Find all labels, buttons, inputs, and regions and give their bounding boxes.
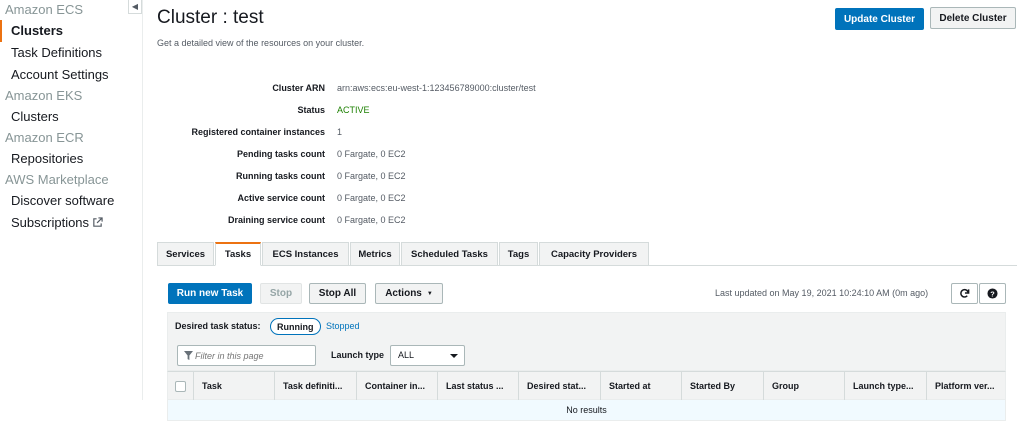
refresh-icon (960, 288, 970, 298)
detail-draining-services: Draining service count 0 Fargate, 0 EC2 (157, 213, 757, 227)
actions-label: Actions (385, 288, 422, 299)
tab-bar: Services Tasks ECS Instances Metrics Sch… (157, 242, 1017, 266)
status-value: ACTIVE (337, 105, 370, 115)
detail-value: 1 (337, 127, 343, 137)
column-header-launch-type[interactable]: Launch type... (844, 372, 925, 400)
sidebar-item-ecs-clusters[interactable]: Clusters (0, 20, 142, 42)
page-title: Cluster : test (157, 7, 264, 28)
tab-scheduled-tasks[interactable]: Scheduled Tasks (401, 242, 498, 266)
delete-cluster-button[interactable]: Delete Cluster (930, 7, 1016, 29)
status-stopped-link[interactable]: Stopped (326, 321, 360, 331)
detail-status: Status ACTIVE (157, 103, 757, 117)
detail-value: 0 Fargate, 0 EC2 (337, 193, 406, 203)
detail-registered-instances: Registered container instances 1 (157, 125, 757, 139)
column-header-group[interactable]: Group (763, 372, 843, 400)
filter-input-wrapper (177, 345, 316, 366)
detail-active-services: Active service count 0 Fargate, 0 EC2 (157, 191, 757, 205)
sidebar-section-marketplace: AWS Marketplace (5, 172, 109, 187)
no-results-message: No results (167, 400, 1006, 421)
tab-ecs-instances[interactable]: ECS Instances (262, 242, 349, 266)
caret-down-icon (450, 354, 458, 358)
tasks-table-header: Task Task definiti... Container in... La… (167, 371, 1006, 400)
detail-label: Active service count (237, 193, 325, 203)
filter-bar: Launch type ALL (167, 341, 1006, 371)
page-description: Get a detailed view of the resources on … (157, 38, 365, 48)
last-updated-text: Last updated on May 19, 2021 10:24:10 AM… (715, 288, 929, 298)
launch-type-select[interactable]: ALL (390, 345, 465, 366)
detail-label: Status (297, 105, 325, 115)
desired-status-label: Desired task status: (175, 321, 261, 331)
column-header-container-instance[interactable]: Container in... (356, 372, 436, 400)
tab-capacity-providers[interactable]: Capacity Providers (539, 242, 649, 266)
detail-label: Cluster ARN (272, 83, 325, 93)
sidebar-section-ecs: Amazon ECS (5, 2, 84, 17)
launch-type-value: ALL (398, 350, 415, 360)
actions-dropdown-button[interactable]: Actions ▼ (375, 283, 443, 304)
detail-value: 0 Fargate, 0 EC2 (337, 149, 406, 159)
help-icon: ? (987, 288, 998, 299)
detail-label: Registered container instances (191, 127, 325, 137)
sidebar-item-repositories[interactable]: Repositories (0, 148, 142, 170)
sidebar-item-task-definitions[interactable]: Task Definitions (0, 42, 142, 64)
update-cluster-button[interactable]: Update Cluster (835, 8, 924, 30)
column-header-started-at[interactable]: Started at (600, 372, 680, 400)
column-header-task-definition[interactable]: Task definiti... (274, 372, 355, 400)
tab-metrics[interactable]: Metrics (350, 242, 400, 266)
sidebar-item-eks-clusters[interactable]: Clusters (0, 106, 142, 128)
filter-input[interactable] (195, 346, 313, 365)
sidebar-item-subscriptions-label: Subscriptions (11, 215, 90, 230)
column-header-platform-version[interactable]: Platform ver... (926, 372, 1006, 400)
launch-type-label: Launch type (331, 350, 385, 360)
detail-value: 0 Fargate, 0 EC2 (337, 171, 406, 181)
help-button[interactable]: ? (979, 283, 1006, 304)
task-status-filter-bar: Desired task status: Running Stopped (167, 312, 1006, 341)
svg-text:?: ? (990, 289, 995, 298)
detail-value: arn:aws:ecs:eu-west-1:123456789000:clust… (337, 83, 536, 93)
sidebar-item-subscriptions[interactable]: Subscriptions (0, 212, 142, 234)
sidebar: Amazon ECS Clusters Task Definitions Acc… (0, 0, 143, 400)
detail-label: Running tasks count (235, 171, 325, 181)
status-running-pill[interactable]: Running (270, 318, 321, 335)
column-header-desired-status[interactable]: Desired stat... (518, 372, 599, 400)
select-all-checkbox[interactable] (175, 381, 186, 392)
external-link-icon (93, 217, 103, 227)
tab-tags[interactable]: Tags (499, 242, 538, 266)
filter-icon (184, 351, 193, 360)
sidebar-item-account-settings[interactable]: Account Settings (0, 64, 142, 86)
sidebar-collapse-icon[interactable]: ◀ (128, 0, 142, 14)
detail-pending-tasks: Pending tasks count 0 Fargate, 0 EC2 (157, 147, 757, 161)
detail-cluster-arn: Cluster ARN arn:aws:ecs:eu-west-1:123456… (157, 81, 757, 95)
sidebar-section-ecr: Amazon ECR (5, 130, 84, 145)
caret-down-icon: ▼ (426, 290, 433, 297)
column-header-started-by[interactable]: Started By (681, 372, 762, 400)
stop-button[interactable]: Stop (260, 283, 302, 304)
sidebar-item-discover-software[interactable]: Discover software (0, 190, 142, 212)
detail-label: Draining service count (227, 215, 325, 225)
detail-running-tasks: Running tasks count 0 Fargate, 0 EC2 (157, 169, 757, 183)
run-new-task-button[interactable]: Run new Task (168, 283, 252, 304)
refresh-button[interactable] (951, 283, 978, 304)
detail-label: Pending tasks count (236, 149, 325, 159)
tab-tasks[interactable]: Tasks (215, 242, 261, 266)
sidebar-section-eks: Amazon EKS (5, 88, 83, 103)
column-header-task[interactable]: Task (193, 372, 273, 400)
column-header-last-status[interactable]: Last status ... (437, 372, 517, 400)
detail-value: 0 Fargate, 0 EC2 (337, 215, 406, 225)
stop-all-button[interactable]: Stop All (309, 283, 366, 304)
tab-services[interactable]: Services (157, 242, 214, 266)
